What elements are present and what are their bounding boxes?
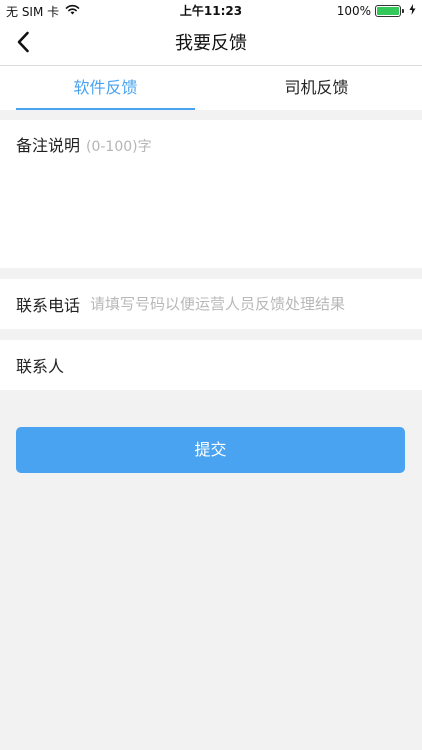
contact-label: 联系人 — [16, 357, 65, 376]
note-header: 备注说明 (0-100)字 — [16, 132, 152, 156]
phone-row: 联系电话 — [0, 279, 422, 329]
contact-input[interactable] — [74, 356, 406, 374]
tab-bar: 软件反馈 司机反馈 — [0, 66, 422, 110]
tab-label: 软件反馈 — [73, 78, 138, 97]
phone-input[interactable] — [90, 295, 406, 313]
note-length-hint: (0-100)字 — [86, 139, 152, 155]
charging-icon — [409, 4, 416, 18]
note-label: 备注说明 — [16, 136, 81, 155]
tab-active-indicator — [16, 108, 195, 110]
contact-row: 联系人 — [0, 340, 422, 390]
submit-button[interactable]: 提交 — [16, 427, 405, 473]
phone-label: 联系电话 — [16, 296, 81, 315]
battery-fill — [377, 7, 399, 15]
status-right: 100% — [337, 3, 416, 19]
note-section: 备注说明 (0-100)字 — [0, 120, 422, 268]
tab-software-feedback[interactable]: 软件反馈 — [0, 66, 211, 110]
status-bar: 无 SIM 卡 上午11:23 100% — [0, 0, 422, 22]
battery-percent: 100% — [336, 4, 371, 18]
tab-driver-feedback[interactable]: 司机反馈 — [211, 66, 422, 110]
tab-label: 司机反馈 — [284, 78, 349, 97]
battery-icon — [375, 5, 404, 17]
nav-bar: 我要反馈 — [0, 22, 422, 66]
note-textarea[interactable] — [16, 160, 406, 260]
page-title: 我要反馈 — [175, 33, 247, 54]
